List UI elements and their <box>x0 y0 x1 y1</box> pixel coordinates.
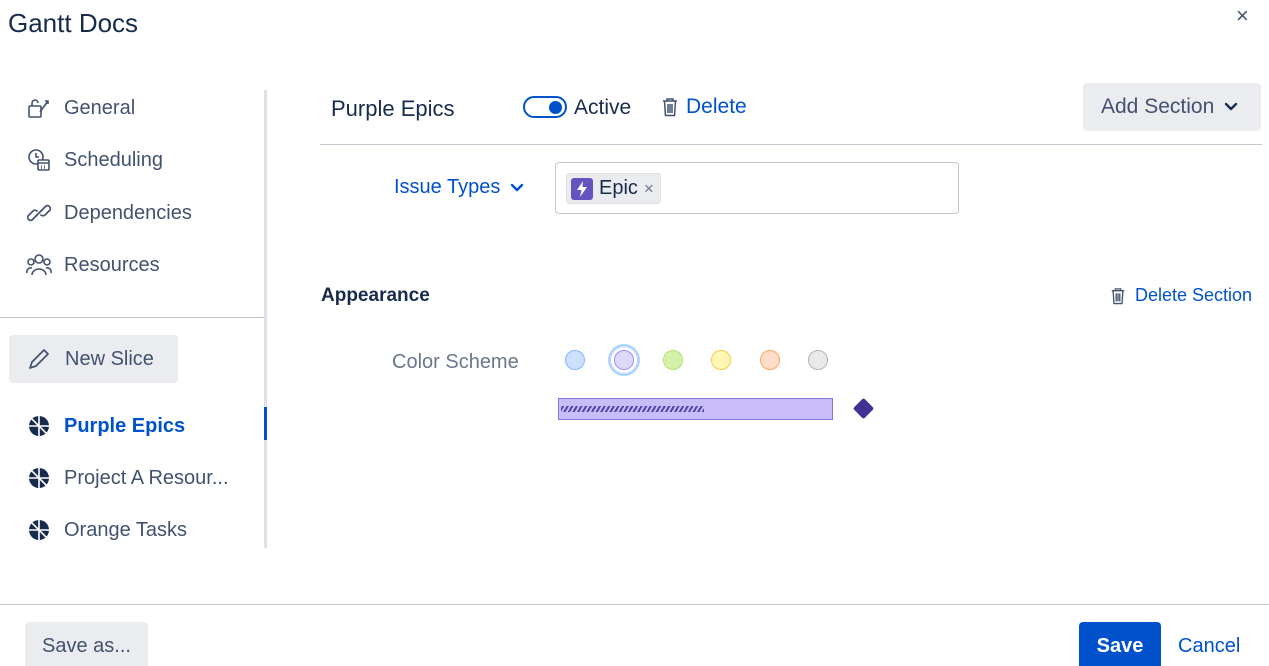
slice-label: Project A Resour... <box>64 466 229 489</box>
issue-types-label: Issue Types <box>394 176 501 198</box>
sidebar-item-label: General <box>64 96 136 119</box>
toggle-knob <box>549 101 562 114</box>
footer-divider <box>0 604 1269 605</box>
slice-name-heading: Purple Epics <box>331 96 455 121</box>
slice-item-purple-epics[interactable]: Purple Epics <box>26 410 185 442</box>
remove-tag-icon[interactable]: × <box>644 179 654 199</box>
calendar-clock-icon <box>26 148 52 172</box>
swatch-green[interactable] <box>663 350 683 370</box>
slice-item-project-a-resources[interactable]: Project A Resour... <box>26 462 229 494</box>
slice-label: Orange Tasks <box>64 518 188 541</box>
slice-item-orange-tasks[interactable]: Orange Tasks <box>26 514 187 546</box>
trash-icon <box>1111 287 1125 304</box>
people-icon <box>26 253 52 277</box>
pie-slice-icon <box>26 467 52 489</box>
swatch-purple-selected[interactable] <box>608 344 640 376</box>
delete-label: Delete <box>686 95 747 118</box>
add-section-label: Add Section <box>1101 95 1215 118</box>
active-slice-indicator <box>264 407 267 440</box>
sidebar-item-label: Dependencies <box>64 201 192 224</box>
close-icon[interactable]: × <box>1236 3 1249 29</box>
new-slice-label: New Slice <box>65 347 154 370</box>
progress-hatch <box>561 406 704 412</box>
cancel-button[interactable]: Cancel <box>1178 635 1240 658</box>
pie-slice-icon <box>26 519 52 541</box>
sidebar-item-dependencies[interactable]: Dependencies <box>26 197 192 229</box>
sidebar-item-label: Resources <box>64 253 160 276</box>
sidebar-border <box>264 90 267 548</box>
save-button[interactable]: Save <box>1079 622 1161 666</box>
color-scheme-label: Color Scheme <box>392 351 519 373</box>
milestone-diamond-preview <box>852 397 875 420</box>
delete-section-link[interactable]: Delete Section <box>1110 285 1252 306</box>
chevron-down-icon <box>511 183 524 191</box>
swatch-purple <box>614 350 634 370</box>
issue-type-tag-epic: Epic × <box>566 173 661 204</box>
gantt-bar-preview <box>558 398 833 420</box>
active-toggle[interactable] <box>523 96 567 118</box>
swatch-blue[interactable] <box>565 350 585 370</box>
swatch-yellow[interactable] <box>711 350 731 370</box>
trash-icon <box>663 98 677 117</box>
add-section-button[interactable]: Add Section <box>1083 83 1261 131</box>
sidebar-item-scheduling[interactable]: Scheduling <box>26 144 163 176</box>
swatch-gray[interactable] <box>808 350 828 370</box>
pie-slice-icon <box>26 415 52 437</box>
appearance-heading: Appearance <box>321 285 430 306</box>
save-as-button[interactable]: Save as... <box>25 622 148 666</box>
epic-lightning-icon <box>571 177 593 200</box>
key-icon <box>26 97 52 119</box>
chevron-down-icon <box>1225 102 1238 111</box>
issue-types-input[interactable]: Epic × <box>555 162 959 214</box>
sidebar-item-resources[interactable]: Resources <box>26 249 160 281</box>
sidebar-item-label: Scheduling <box>64 148 163 171</box>
issue-types-dropdown[interactable]: Issue Types <box>394 176 524 199</box>
link-icon <box>26 201 52 225</box>
delete-section-label: Delete Section <box>1135 285 1253 305</box>
header-divider <box>320 144 1262 145</box>
pen-icon <box>25 347 53 371</box>
new-slice-button[interactable]: New Slice <box>9 335 178 383</box>
swatch-orange[interactable] <box>760 350 780 370</box>
active-label: Active <box>574 96 632 119</box>
slice-label: Purple Epics <box>64 414 186 437</box>
sidebar-divider <box>0 317 264 318</box>
delete-slice-link[interactable]: Delete <box>661 95 747 119</box>
tag-label: Epic <box>599 177 638 199</box>
dialog-title: Gantt Docs <box>8 8 139 38</box>
sidebar-item-general[interactable]: General <box>26 92 135 124</box>
